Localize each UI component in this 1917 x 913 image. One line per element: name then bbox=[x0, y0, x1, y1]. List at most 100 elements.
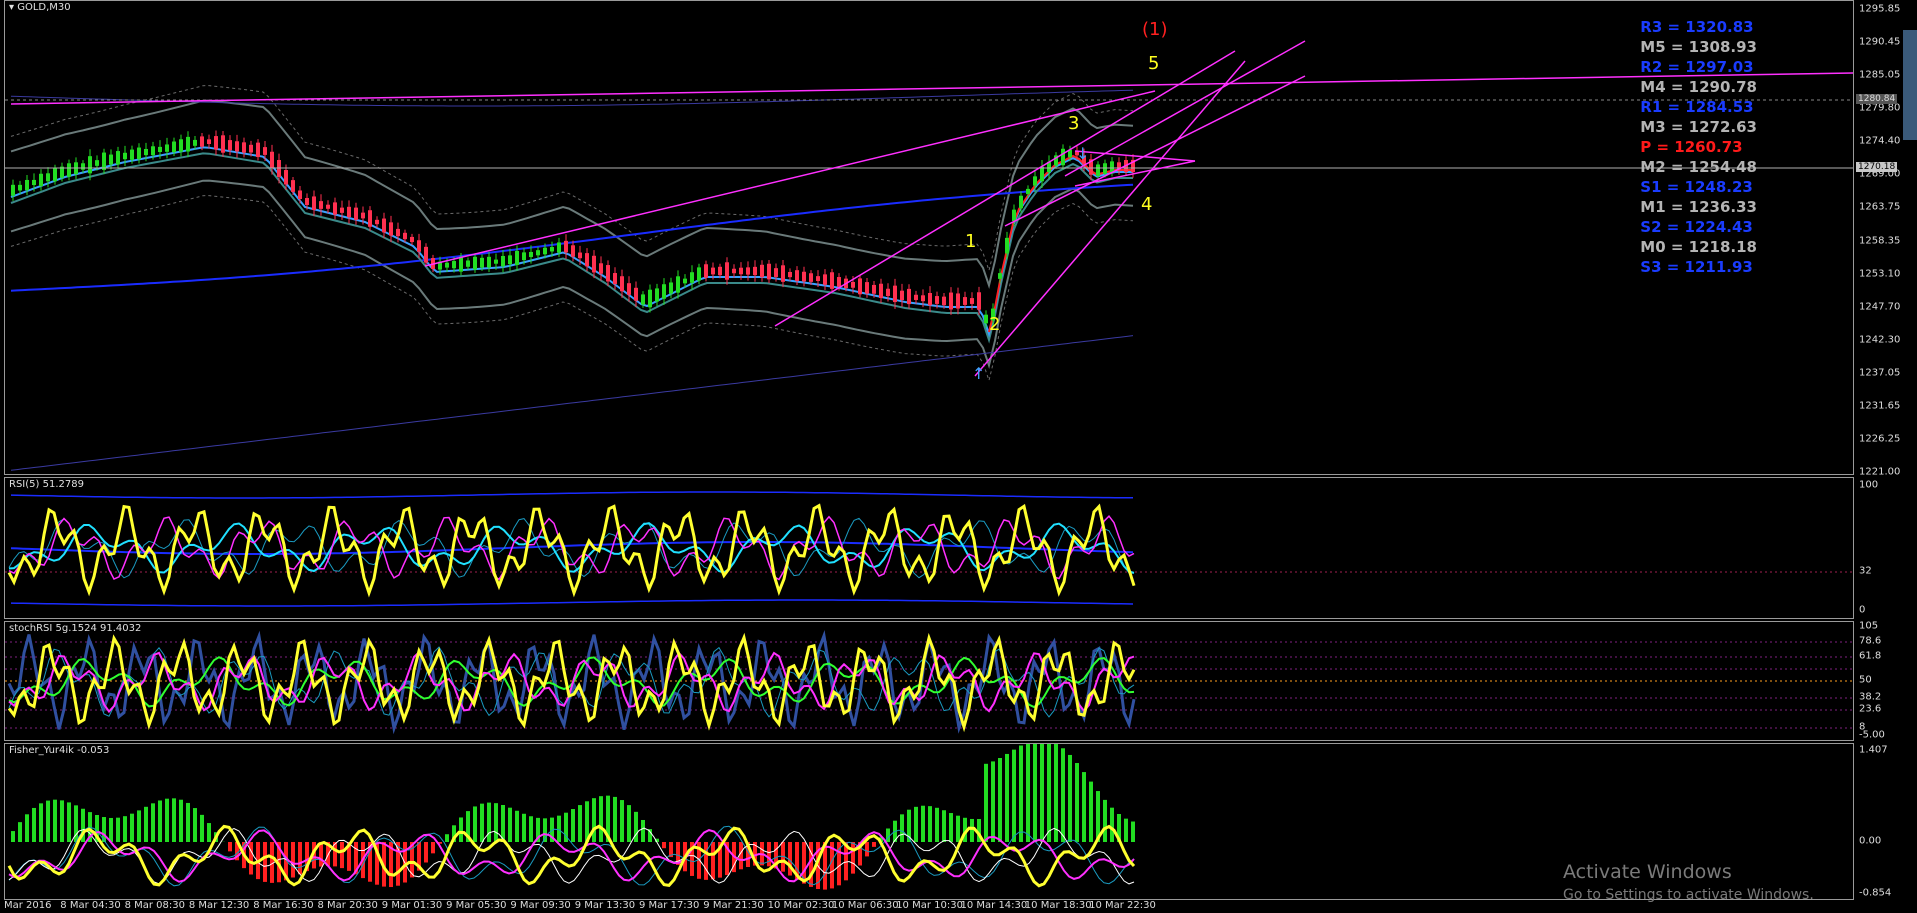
fisher-histogram-bar bbox=[921, 805, 925, 842]
candle-body bbox=[970, 298, 974, 304]
rsi-pane[interactable]: RSI(5) 51.2789 bbox=[4, 477, 1854, 619]
candle-body bbox=[410, 236, 414, 243]
candle-body bbox=[830, 272, 834, 289]
fisher-axis: 1.407 0.00 -0.854 bbox=[1855, 743, 1915, 900]
candle-body bbox=[620, 276, 624, 292]
candle-body bbox=[305, 197, 309, 206]
candle-body bbox=[480, 257, 484, 268]
candle-body bbox=[921, 295, 925, 302]
candle-body bbox=[704, 264, 708, 278]
pivot-level-label: M2 = 1254.48 bbox=[1640, 158, 1757, 176]
stoch-rsi-axis: 105 78.6 61.8 50 38.2 23.6 8 -5.00 bbox=[1855, 621, 1915, 741]
fisher-histogram-bar bbox=[942, 810, 946, 842]
axis-tick-label: 1231.65 bbox=[1859, 400, 1901, 412]
fisher-histogram-bar bbox=[627, 805, 631, 842]
vertical-scrollbar[interactable] bbox=[1903, 30, 1917, 140]
candle-body bbox=[172, 141, 176, 153]
candle-body bbox=[214, 136, 218, 150]
fisher-histogram-bar bbox=[32, 807, 36, 842]
stoch-rsi-canvas bbox=[5, 630, 1853, 735]
candle-body bbox=[564, 240, 568, 253]
candle-body bbox=[529, 251, 533, 258]
fisher-histogram-bar bbox=[130, 813, 134, 842]
candle-body bbox=[984, 314, 988, 324]
rsi-lower-band bbox=[10, 599, 1134, 607]
candle-body bbox=[774, 268, 778, 277]
candle-body bbox=[291, 180, 295, 192]
candle-body bbox=[977, 292, 981, 310]
candle-body bbox=[585, 253, 589, 267]
fisher-histogram-bar bbox=[263, 842, 267, 882]
candle-body bbox=[382, 218, 386, 233]
candle-body bbox=[284, 170, 288, 185]
candle-body bbox=[578, 252, 582, 259]
fisher-histogram-bar bbox=[914, 806, 918, 842]
pivot-level-label: R3 = 1320.83 bbox=[1640, 18, 1754, 36]
fisher-histogram-bar bbox=[935, 807, 939, 842]
fisher-histogram-bar bbox=[1005, 753, 1009, 842]
time-axis-label: 9 Mar 17:30 bbox=[639, 900, 700, 911]
fisher-histogram-bar bbox=[634, 811, 638, 842]
fisher-histogram-bar bbox=[46, 800, 50, 842]
time-axis-label: 9 Mar 05:30 bbox=[446, 900, 507, 911]
candle-body bbox=[221, 135, 225, 153]
candle-body bbox=[1061, 148, 1065, 166]
candle-body bbox=[928, 293, 932, 306]
time-axis-label: 8 Mar 08:30 bbox=[124, 900, 185, 911]
candle-body bbox=[445, 262, 449, 268]
fisher-histogram-bar bbox=[1075, 763, 1079, 842]
fisher-histogram-bar bbox=[872, 842, 876, 847]
time-axis-label: 10 Mar 14:30 bbox=[960, 900, 1028, 911]
candle-body bbox=[417, 240, 421, 252]
candle-body bbox=[522, 252, 526, 261]
fisher-histogram-bar bbox=[494, 803, 498, 842]
fisher-histogram-bar bbox=[480, 803, 484, 842]
fisher-histogram-bar bbox=[1068, 754, 1072, 842]
fisher-histogram-bar bbox=[1061, 748, 1065, 842]
activate-windows-watermark: Activate Windows Go to Settings to activ… bbox=[1563, 861, 1814, 903]
axis-tick-label: 1.407 bbox=[1859, 744, 1888, 756]
candle-body bbox=[781, 265, 785, 282]
candle-body bbox=[515, 250, 519, 266]
candle-body bbox=[606, 265, 610, 282]
lower-channel-line bbox=[10, 335, 1134, 471]
pivot-levels-list: R3 = 1320.83 M5 = 1308.93 R2 = 1297.03 M4 =… bbox=[1640, 17, 1757, 277]
candle-body bbox=[746, 267, 750, 275]
stoch-rsi-pane[interactable]: stochRSI 5g.1524 91.4032 bbox=[4, 621, 1854, 741]
axis-tick-label: 1285.05 bbox=[1859, 69, 1901, 81]
candle-body bbox=[403, 232, 407, 240]
candle-body bbox=[1012, 209, 1016, 222]
fisher-histogram-bar bbox=[445, 834, 449, 842]
candle-body bbox=[298, 190, 302, 200]
fisher-histogram-bar bbox=[984, 763, 988, 842]
fisher-histogram-bar bbox=[1047, 744, 1051, 842]
fisher-histogram-bar bbox=[39, 803, 43, 842]
fisher-histogram-bar bbox=[571, 809, 575, 842]
axis-tick-label: 1221.00 bbox=[1859, 466, 1901, 478]
fisher-histogram-bar bbox=[592, 798, 596, 842]
fisher-histogram-bar bbox=[956, 815, 960, 842]
time-axis-label: 10 Mar 06:30 bbox=[831, 900, 899, 911]
fisher-histogram-bar bbox=[179, 799, 183, 842]
candle-body bbox=[767, 263, 771, 280]
fisher-histogram-bar bbox=[641, 819, 645, 842]
time-axis-label: 10 Mar 02:30 bbox=[767, 900, 835, 911]
pivot-level-label: M3 = 1272.63 bbox=[1640, 118, 1757, 136]
candle-body bbox=[725, 262, 729, 280]
candle-body bbox=[235, 141, 239, 152]
fisher-histogram-bar bbox=[599, 796, 603, 842]
time-axis-label: 8 Mar 16:30 bbox=[253, 900, 314, 911]
fisher-histogram-bar bbox=[711, 842, 715, 880]
axis-tick-label: 23.6 bbox=[1859, 703, 1882, 715]
candle-body bbox=[788, 271, 792, 278]
fisher-histogram-bar bbox=[144, 806, 148, 842]
pivot-level-label: S2 = 1224.43 bbox=[1640, 218, 1753, 236]
candle-body bbox=[1110, 161, 1114, 173]
fisher-histogram-bar bbox=[1033, 744, 1037, 842]
candle-body bbox=[550, 247, 554, 252]
axis-tick-label: 1274.40 bbox=[1859, 135, 1901, 147]
price-chart-pane[interactable]: ↑ ↓ ▾ GOLD,M30 R3 = 1320.83 M5 = 1308.93 R2… bbox=[4, 0, 1854, 475]
watermark-subtitle: Go to Settings to activate Windows. bbox=[1563, 887, 1814, 903]
candle-body bbox=[179, 139, 183, 152]
candle-body bbox=[557, 242, 561, 253]
